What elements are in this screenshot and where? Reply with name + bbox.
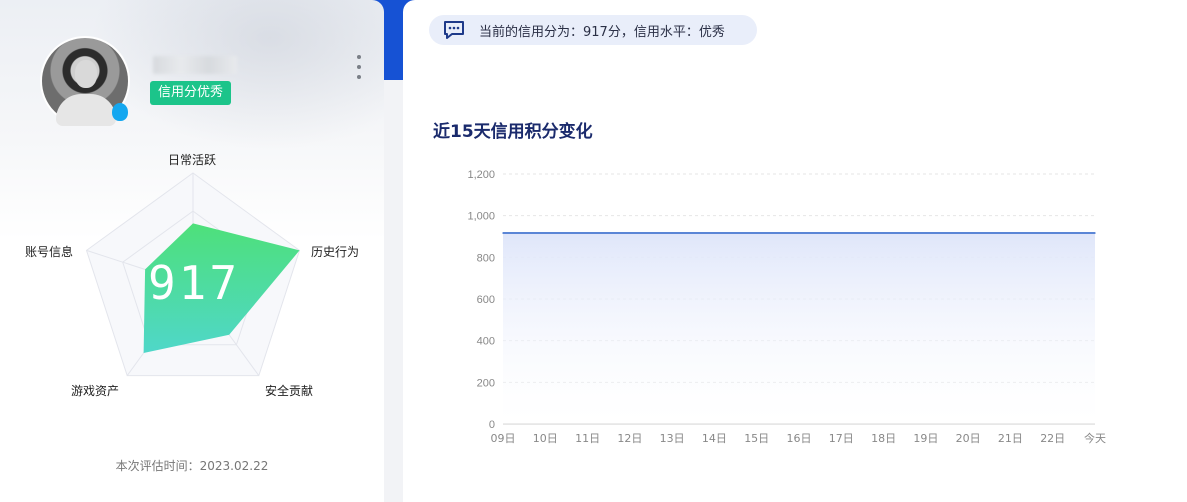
x-tick-label: 12日 (617, 432, 642, 445)
more-options-icon[interactable] (352, 55, 366, 79)
data-point[interactable] (544, 232, 547, 234)
x-tick-label: 18日 (871, 432, 896, 445)
username-masked (153, 56, 237, 74)
x-tick-label: 今天 (1084, 431, 1106, 445)
credit-level-badge: 信用分优秀 (150, 81, 232, 105)
header-decoration (90, 0, 384, 150)
data-point[interactable] (755, 232, 758, 234)
qq-icon (112, 103, 128, 121)
credit-trend-card: 当前的信用分为：917分，信用水平：优秀 近15天信用积分变化 0 200 400 6… (403, 0, 1187, 502)
data-point[interactable] (967, 232, 969, 234)
data-point[interactable] (925, 232, 927, 234)
radar-label-security: 安全贡献 (265, 384, 314, 398)
credit-score-value: 917 (147, 256, 241, 310)
y-tick-label: 800 (477, 252, 495, 264)
data-point[interactable] (713, 232, 716, 234)
x-tick-label: 10日 (533, 432, 558, 445)
x-tick-label: 16日 (787, 432, 812, 445)
series-area (503, 233, 1095, 424)
y-tick-label: 1,000 (467, 211, 495, 223)
data-point[interactable] (798, 232, 800, 234)
y-tick-label: 1,200 (467, 169, 495, 181)
data-point[interactable] (586, 232, 589, 234)
x-tick-label: 09日 (491, 432, 516, 445)
y-tick-label: 200 (477, 377, 495, 389)
x-tick-label: 22日 (1040, 432, 1065, 445)
y-tick-label: 600 (477, 294, 495, 306)
y-tick-label: 0 (489, 419, 495, 431)
profile-card: 信用分优秀 917 日常活跃 历史行为 安全贡献 游戏资产 账号信息 本次评估时… (0, 0, 384, 502)
x-tick-label: 21日 (998, 432, 1023, 445)
radar-label-history: 历史行为 (311, 245, 360, 259)
radar-label-account-info: 账号信息 (25, 245, 74, 259)
radar-label-daily-active: 日常活跃 (168, 153, 217, 167)
avatar-body (56, 94, 116, 126)
evaluation-time: 本次评估时间：2023.02.22 (115, 459, 269, 473)
x-tick-label: 19日 (913, 432, 938, 445)
credit-trend-chart: 0 200 400 600 800 1,000 1,200 09日 10日 11日 12日 13日 1… (467, 169, 1106, 445)
data-point[interactable] (629, 232, 631, 234)
data-point[interactable] (1009, 232, 1012, 234)
radar-label-game-assets: 游戏资产 (71, 384, 120, 398)
x-tick-label: 20日 (956, 432, 981, 445)
x-tick-label: 14日 (702, 432, 727, 445)
data-point[interactable] (671, 232, 673, 234)
data-point[interactable] (1094, 232, 1096, 234)
y-tick-label: 400 (477, 336, 495, 348)
data-point[interactable] (1051, 232, 1054, 234)
x-tick-label: 11日 (575, 432, 600, 445)
data-point[interactable] (882, 232, 885, 234)
x-tick-label: 17日 (829, 432, 854, 445)
x-tick-label: 13日 (660, 432, 685, 445)
x-tick-label: 15日 (744, 432, 769, 445)
avatar-face (75, 60, 97, 88)
data-point[interactable] (840, 232, 843, 234)
data-point[interactable] (502, 232, 504, 234)
